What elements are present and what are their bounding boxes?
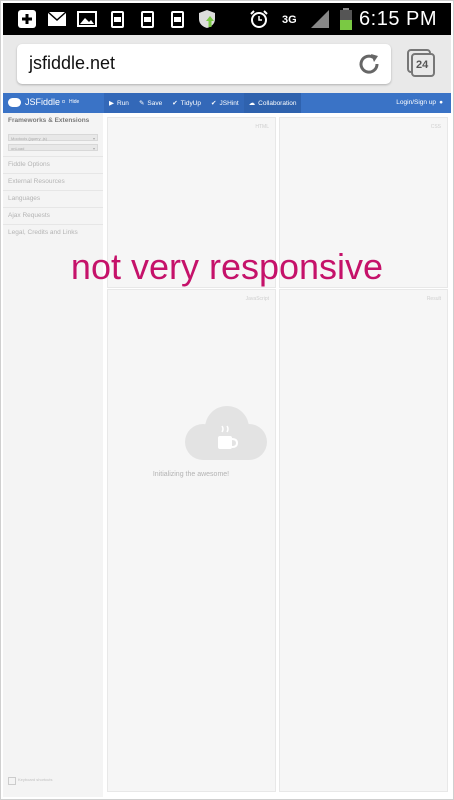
sidebar-item-legal[interactable]: Legal, Credits and Links [3,224,103,240]
run-button[interactable]: ▶ Run [104,93,134,113]
panel-label-css: CSS [430,124,441,130]
image-icon [77,9,97,29]
network-type: 3G [282,14,297,26]
play-icon: ▶ [109,100,114,107]
logo-suffix: α [62,99,65,105]
jshint-button[interactable]: ✔ JSHint [206,93,244,113]
sidebar-item-external-resources[interactable]: External Resources [3,173,103,189]
chevron-down-icon: ▾ [92,146,95,151]
status-bar: 3G 6:15 PM [3,3,451,35]
shield-update-icon [197,9,217,29]
framework-select[interactable]: Mootools (jquery .js) ▾ [8,134,98,141]
alarm-icon [249,9,269,29]
mail-icon [47,9,67,29]
load-type-select[interactable]: onLoad ▾ [8,144,98,151]
keyboard-icon [8,777,16,785]
tidyup-button[interactable]: ✔ TidyUp [167,93,206,113]
save-button[interactable]: ✎ Save [134,93,167,113]
clock: 6:15 PM [359,8,437,30]
sidebar-item-fiddle-options[interactable]: Fiddle Options [3,156,103,172]
jsfiddle-logo[interactable]: JSFiddle α [8,97,65,107]
user-icon: ● [439,99,443,106]
phone-sync-icon [107,9,127,29]
battery-icon [336,8,356,30]
sidebar-item-languages[interactable]: Languages [3,190,103,206]
pencil-icon: ✎ [138,100,145,107]
cloud-icon: ☁ [248,100,256,107]
phone-sync-icon [137,9,157,29]
hide-sidebar-button[interactable]: Hide [69,99,79,105]
panel-label-result: Result [426,296,441,302]
reload-icon[interactable] [357,52,381,76]
check-icon: ✔ [172,100,178,107]
tab-count: 24 [416,59,429,71]
annotation-text: not very responsive [70,246,384,287]
browser-toolbar: jsfiddle.net 24 [3,35,451,93]
tabs-icon[interactable]: 24 [406,48,436,78]
logo-text: JSFiddle [25,97,61,107]
keyboard-shortcuts[interactable]: Keyboard shortcuts [8,777,52,785]
login-button[interactable]: Login/Sign up ● [396,99,443,106]
phone-sync-icon [167,9,187,29]
result-panel[interactable]: Result [279,289,448,792]
signal-icon [310,9,330,29]
cloud-logo-icon [8,97,21,107]
collaboration-button[interactable]: ☁ Collaboration [243,93,302,113]
action-buttons: ▶ Run ✎ Save ✔ TidyUp ✔ JSHint ☁ Collaboratio… [104,93,302,113]
check-icon: ✔ [211,100,217,107]
panel-label-html: HTML [255,124,269,130]
add-icon [17,9,37,29]
sidebar: Frameworks & Extensions Mootools (jquery… [3,113,103,797]
loading-text: Initializing the awesome! [152,471,230,478]
sidebar-item-ajax-requests[interactable]: Ajax Requests [3,207,103,223]
jsfiddle-toolbar: JSFiddle α Hide ▶ Run ✎ Save ✔ TidyUp ✔ JSHi… [3,93,451,113]
javascript-panel[interactable]: JavaScript [107,289,276,792]
loading-cloud-icon [183,406,269,464]
sidebar-heading: Frameworks & Extensions [8,117,90,124]
panel-label-javascript: JavaScript [245,296,269,302]
url-bar[interactable]: jsfiddle.net [17,44,391,84]
chevron-down-icon: ▾ [92,136,95,141]
url-text[interactable]: jsfiddle.net [29,53,115,74]
